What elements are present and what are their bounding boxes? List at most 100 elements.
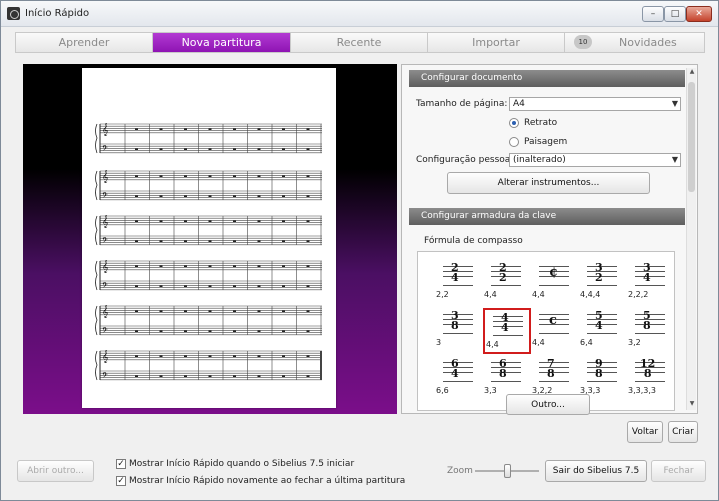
staff-system: 𝄞𝄢 bbox=[95, 260, 322, 292]
exit-sibelius-button[interactable]: Sair do Sibelius 7.5 bbox=[545, 460, 647, 482]
staff-system: 𝄞𝄢 bbox=[95, 305, 322, 337]
zoom-label: Zoom bbox=[447, 466, 473, 476]
svg-text:𝄞: 𝄞 bbox=[102, 123, 109, 136]
house-style-value: (inalterado) bbox=[513, 155, 566, 165]
time-signature-option[interactable]: 5 4 6,4 bbox=[579, 308, 627, 354]
time-signature-option[interactable]: 2 2 4,4 bbox=[483, 260, 531, 306]
close-button[interactable]: Fechar bbox=[651, 460, 706, 482]
title-bar: Início Rápido – □ ✕ bbox=[1, 1, 718, 27]
close-window-button[interactable]: ✕ bbox=[686, 6, 712, 22]
time-signature-option[interactable]: c 4,4 bbox=[531, 308, 579, 354]
time-signature-beaming-label: 3 bbox=[436, 338, 442, 347]
change-instruments-button[interactable]: Alterar instrumentos... bbox=[447, 172, 650, 194]
document-section-header[interactable]: Configurar documento bbox=[409, 70, 685, 87]
time-signature-beaming-label: 6,6 bbox=[436, 386, 449, 395]
news-count-badge: 10 bbox=[574, 35, 592, 49]
tab-learn[interactable]: Aprender bbox=[16, 33, 153, 52]
minimize-button[interactable]: – bbox=[642, 6, 664, 22]
time-signature-symbol: ¢ bbox=[549, 265, 559, 280]
landscape-radio[interactable] bbox=[509, 137, 519, 147]
time-signature-fraction: 38 bbox=[451, 310, 459, 332]
time-signature-fraction: 58 bbox=[643, 310, 651, 331]
score-staves: 𝄞𝄢𝄞𝄢𝄞𝄢𝄞𝄢𝄞𝄢𝄞𝄢 bbox=[95, 123, 322, 382]
time-signature-option[interactable]: 3 4 2,2,2 bbox=[627, 260, 675, 306]
time-signature-beaming-label: 3,3 bbox=[484, 386, 497, 395]
time-signature-fraction: 78 bbox=[547, 358, 555, 380]
other-time-signature-button[interactable]: Outro... bbox=[506, 394, 590, 415]
show-after-close-label: Mostrar Início Rápido novamente ao fecha… bbox=[129, 476, 406, 486]
time-signature-option[interactable]: 5 8 3,2 bbox=[627, 308, 675, 354]
time-signature-option[interactable]: 12 8 3,3,3,3 bbox=[627, 356, 675, 402]
svg-text:𝄞: 𝄞 bbox=[102, 350, 109, 363]
open-other-button[interactable]: Abrir outro... bbox=[17, 460, 94, 482]
time-signature-option[interactable]: ¢ 4,4 bbox=[531, 260, 579, 306]
time-signature-option[interactable]: 3 2 4,4,4 bbox=[579, 260, 627, 306]
tab-whats-new-label: Novidades bbox=[619, 36, 677, 49]
quick-start-window: Início Rápido – □ ✕ Aprender Nova partit… bbox=[0, 0, 719, 501]
quick-start-tabs: Aprender Nova partitura Recente Importar… bbox=[15, 32, 705, 53]
page-size-select[interactable]: A4 ▼ bbox=[509, 97, 681, 111]
window-title: Início Rápido bbox=[25, 8, 90, 19]
show-on-start-checkbox[interactable]: ✓ bbox=[116, 459, 126, 469]
score-page: 𝄞 𝄢 𝄞 𝄢 𝄞 𝄢 𝄞 𝄢 𝄞 𝄢 𝄞 𝄢 bbox=[82, 68, 336, 408]
staff-system: 𝄞𝄢 bbox=[95, 350, 322, 382]
time-signature-option[interactable]: 38 3 bbox=[435, 308, 483, 354]
time-signature-fraction: 12 8 bbox=[640, 358, 655, 379]
svg-text:𝄢: 𝄢 bbox=[102, 326, 108, 337]
svg-text:𝄢: 𝄢 bbox=[102, 281, 108, 292]
settings-scrollbar[interactable]: ▲ ▼ bbox=[686, 68, 696, 410]
house-style-select[interactable]: (inalterado) ▼ bbox=[509, 153, 681, 167]
scroll-down-icon[interactable]: ▼ bbox=[687, 400, 697, 410]
scroll-up-icon[interactable]: ▲ bbox=[687, 68, 697, 78]
time-signature-beaming-label: 4,4 bbox=[532, 338, 545, 347]
tab-import[interactable]: Importar bbox=[428, 33, 565, 52]
zoom-slider[interactable] bbox=[475, 464, 539, 478]
show-after-close-checkbox[interactable]: ✓ bbox=[116, 476, 126, 486]
time-signature-fraction: 24 bbox=[451, 262, 459, 284]
scroll-thumb[interactable] bbox=[688, 82, 695, 192]
svg-text:𝄢: 𝄢 bbox=[102, 236, 108, 247]
svg-text:𝄞: 𝄞 bbox=[102, 305, 109, 318]
time-signature-beaming-label: 2,2 bbox=[436, 290, 449, 299]
settings-panel: Configurar documento Tamanho de página: … bbox=[401, 64, 698, 415]
time-signature-denominator: 8 bbox=[547, 367, 555, 380]
time-signature-beaming-label: 4,4,4 bbox=[580, 290, 601, 299]
time-signature-denominator: 2 bbox=[595, 271, 603, 284]
back-button[interactable]: Voltar bbox=[627, 421, 663, 443]
svg-text:𝄢: 𝄢 bbox=[102, 144, 108, 155]
time-signature-option[interactable]: 6 4 6,6 bbox=[435, 356, 483, 402]
zoom-slider-knob[interactable] bbox=[504, 464, 511, 478]
time-signature-beaming-label: 3,3,3,3 bbox=[628, 386, 656, 395]
tab-recent[interactable]: Recente bbox=[291, 33, 428, 52]
time-signature-fraction: 34 bbox=[643, 262, 651, 284]
tab-whats-new[interactable]: 10 Novidades bbox=[565, 33, 704, 52]
time-signature-option[interactable]: 2 4 2,2 bbox=[435, 260, 483, 306]
portrait-label: Retrato bbox=[524, 118, 558, 128]
tab-new-score[interactable]: Nova partitura bbox=[153, 33, 291, 52]
time-signature-symbol: c bbox=[549, 313, 557, 328]
chevron-down-icon: ▼ bbox=[671, 99, 678, 108]
time-signature-option[interactable]: 4 4 4,4 bbox=[483, 308, 531, 354]
staff-system: 𝄞𝄢 bbox=[95, 123, 322, 155]
time-signature-denominator: 4 bbox=[643, 271, 651, 284]
time-signature-beaming-label: 3,2 bbox=[628, 338, 641, 347]
show-on-start-label: Mostrar Início Rápido quando o Sibelius … bbox=[129, 459, 355, 469]
chevron-down-icon: ▼ bbox=[671, 155, 678, 164]
page-size-label: Tamanho de página: bbox=[416, 99, 508, 109]
portrait-radio[interactable] bbox=[509, 118, 519, 128]
time-signature-fraction: 64 bbox=[451, 358, 459, 379]
create-button[interactable]: Criar bbox=[668, 421, 698, 443]
time-signature-denominator: 4 bbox=[501, 321, 509, 334]
time-signature-beaming-label: 4,4 bbox=[486, 340, 499, 349]
svg-text:𝄢: 𝄢 bbox=[102, 191, 108, 202]
sibelius-app-icon bbox=[7, 7, 20, 20]
time-signature-denominator: 4 bbox=[451, 271, 459, 284]
svg-text:𝄢: 𝄢 bbox=[102, 371, 108, 382]
time-signature-denominator: 8 bbox=[595, 367, 603, 380]
key-signature-section-header[interactable]: Configurar armadura da clave bbox=[409, 208, 685, 225]
time-signature-denominator: 8 bbox=[499, 367, 507, 380]
time-signature-grid: 2 4 2,2 2 2 4,4 ¢ 4,4 3 2 4,4,4 3 4 2,2,2 3 8 3 4 4 4,4 c 4,4… bbox=[417, 251, 675, 411]
time-signature-denominator: 8 bbox=[451, 319, 459, 332]
svg-text:𝄞: 𝄞 bbox=[102, 170, 109, 183]
maximize-button[interactable]: □ bbox=[664, 6, 686, 22]
